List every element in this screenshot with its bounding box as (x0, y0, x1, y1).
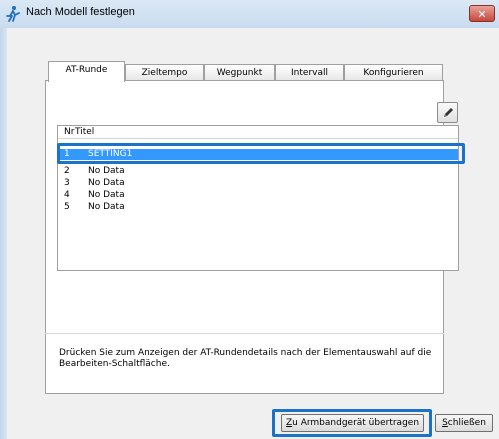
row-title: No Data (88, 166, 125, 176)
tab-label: Intervall (291, 68, 328, 78)
close-icon: ✕ (477, 8, 487, 21)
window-frame (0, 28, 7, 439)
row-nr: 3 (64, 178, 70, 188)
tab-wegpunkt[interactable]: Wegpunkt (204, 64, 275, 81)
tab-label: Zieltempo (141, 68, 188, 78)
runner-icon (4, 5, 22, 23)
tab-label: AT-Runde (65, 65, 108, 75)
list-row-3[interactable]: 3 No Data (58, 178, 458, 189)
transfer-highlight-frame (272, 409, 432, 437)
list-row-5[interactable]: 5 No Data (58, 202, 458, 213)
title-bar[interactable]: Nach Modell festlegen ✕ (0, 0, 499, 29)
tab-konfigurieren[interactable]: Konfigurieren (344, 64, 443, 81)
tab-at-runde[interactable]: AT-Runde (48, 61, 125, 82)
window-title: Nach Modell festlegen (26, 6, 135, 18)
divider (45, 333, 444, 334)
close-button[interactable]: Schließen (435, 414, 493, 432)
edit-button[interactable] (437, 102, 458, 123)
list-row-2[interactable]: 2 No Data (58, 166, 458, 177)
button-label: chließen (447, 418, 486, 428)
selection-highlight-frame (57, 143, 465, 164)
row-title: No Data (88, 178, 125, 188)
list-row-4[interactable]: 4 No Data (58, 190, 458, 201)
row-nr: 5 (64, 202, 70, 212)
tab-intervall[interactable]: Intervall (275, 64, 344, 81)
tab-label: Wegpunkt (216, 68, 263, 78)
row-nr: 2 (64, 166, 70, 176)
tab-label: Konfigurieren (363, 68, 424, 78)
column-header-nr[interactable]: Nr (64, 127, 74, 137)
dialog-window: Nach Modell festlegen ✕ AT-Runde Zieltem… (0, 0, 499, 439)
close-window-button[interactable]: ✕ (469, 5, 495, 22)
hint-text: Drücken Sie zum Anzeigen der AT-Rundende… (59, 348, 432, 369)
row-nr: 4 (64, 190, 70, 200)
pencil-icon (444, 108, 453, 117)
tab-zieltempo[interactable]: Zieltempo (125, 64, 204, 81)
row-title: No Data (88, 202, 125, 212)
column-header-title[interactable]: Titel (75, 127, 94, 137)
row-title: No Data (88, 190, 125, 200)
list-header: Nr Titel (58, 126, 458, 139)
